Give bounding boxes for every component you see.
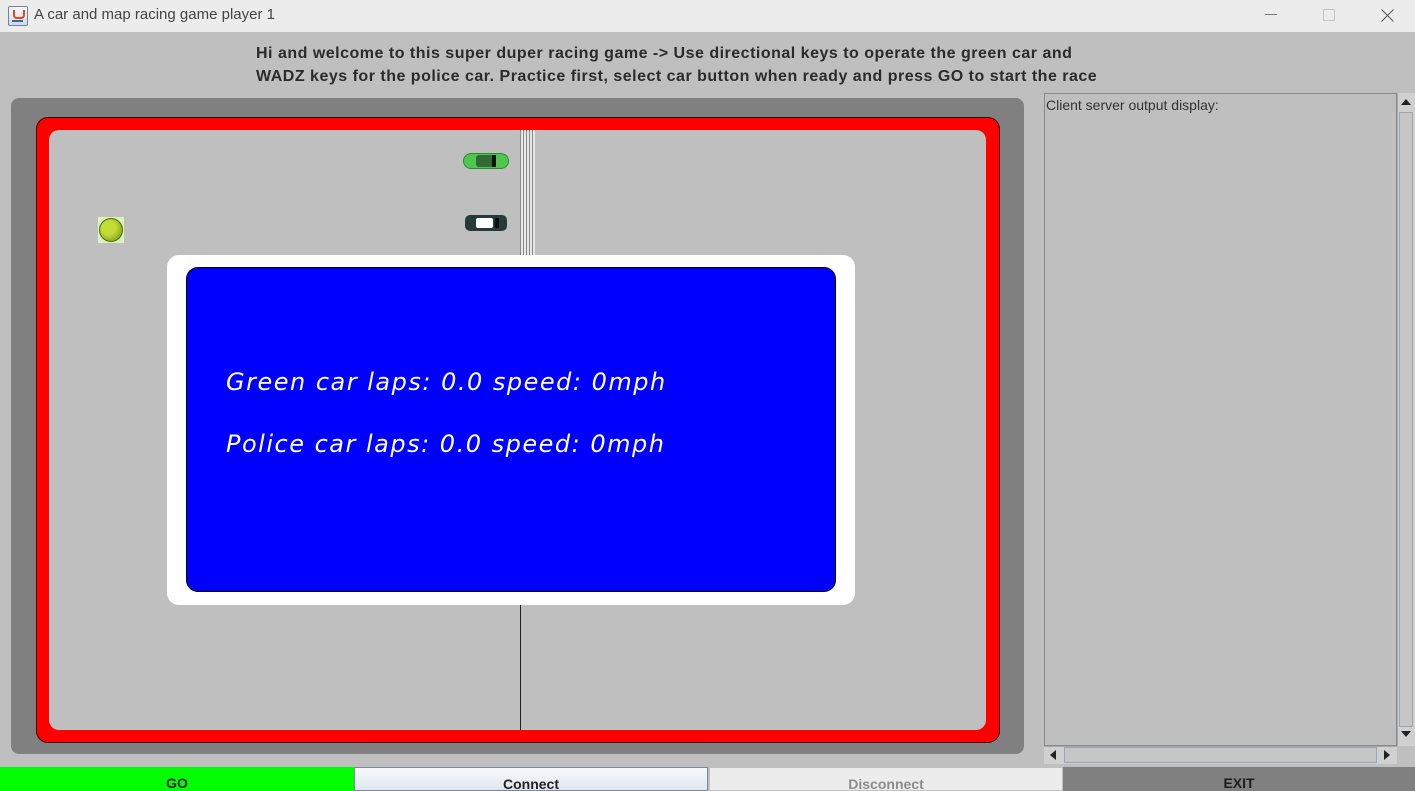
instructions-line-1: Hi and welcome to this super duper racin… — [256, 45, 1073, 62]
scroll-down-icon[interactable] — [1401, 731, 1411, 737]
start-finish-line — [520, 130, 535, 255]
green-car — [463, 150, 509, 172]
java-app-icon — [8, 6, 28, 26]
server-output-label: Client server output display: — [1046, 97, 1219, 113]
connect-button[interactable]: Connect — [354, 767, 708, 791]
tree-icon — [98, 217, 124, 243]
scroll-left-icon[interactable] — [1050, 750, 1056, 760]
police-car — [465, 212, 507, 234]
go-button[interactable]: GO — [0, 767, 354, 791]
disconnect-button[interactable]: Disconnect — [709, 767, 1063, 791]
horizontal-scroll-thumb[interactable] — [1064, 747, 1377, 763]
scroll-up-icon[interactable] — [1401, 99, 1411, 105]
green-car-windscreen — [492, 155, 496, 167]
instructions-text: Hi and welcome to this super duper racin… — [256, 42, 1216, 88]
police-car-stats: Police car laps: 0.0 speed: 0mph — [226, 430, 666, 458]
maximize-icon[interactable] — [1300, 0, 1358, 32]
minimize-icon[interactable] — [1242, 0, 1300, 32]
scroll-right-icon[interactable] — [1384, 750, 1390, 760]
police-car-windscreen — [495, 218, 499, 228]
server-output-textarea[interactable] — [1044, 93, 1397, 746]
police-car-roof — [476, 218, 493, 228]
green-car-stats: Green car laps: 0.0 speed: 0mph — [226, 368, 667, 396]
track-divider-line — [520, 604, 521, 730]
window-title: A car and map racing game player 1 — [34, 6, 275, 23]
close-icon[interactable] — [1358, 0, 1415, 32]
title-bar: A car and map racing game player 1 — [0, 0, 1415, 32]
instructions-line-2: WADZ keys for the police car. Practice f… — [256, 68, 1098, 85]
vertical-scroll-thumb[interactable] — [1399, 112, 1413, 727]
exit-button[interactable]: EXIT — [1063, 767, 1415, 791]
